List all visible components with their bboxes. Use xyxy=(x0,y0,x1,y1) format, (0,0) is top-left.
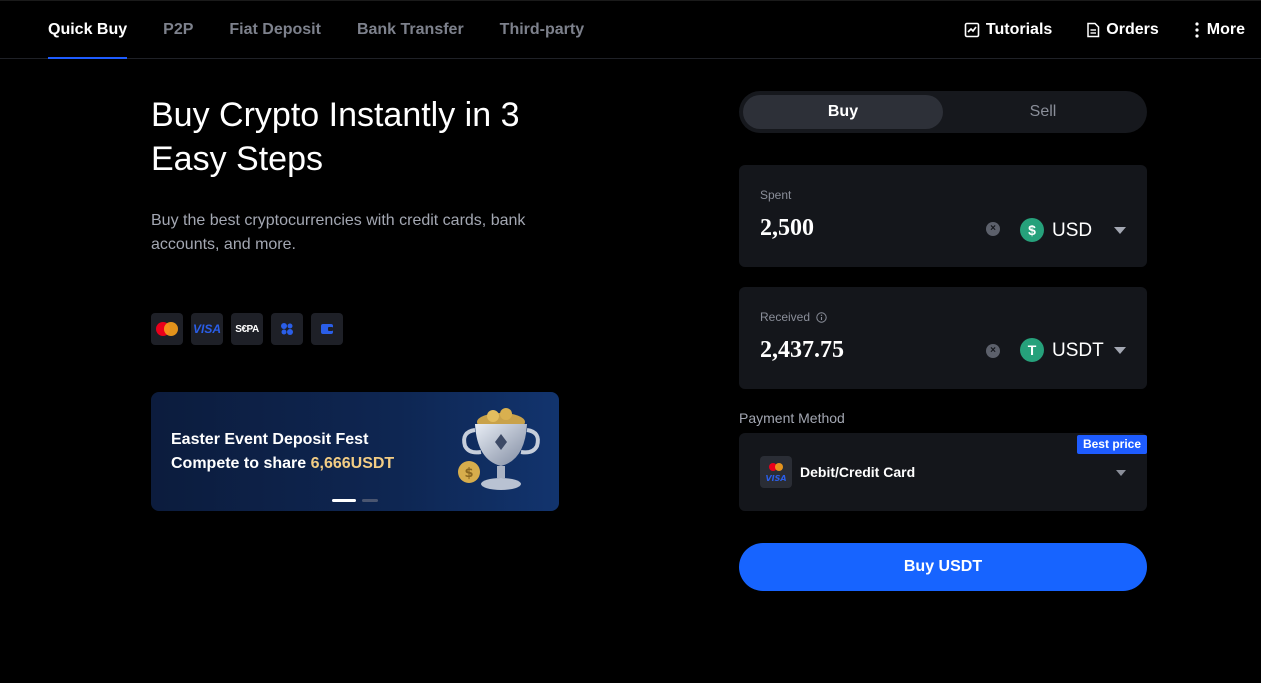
banner-subline: Compete to share 6,666USDT xyxy=(171,455,394,473)
more-label: More xyxy=(1206,21,1245,38)
orders-icon xyxy=(1087,22,1100,38)
tab-bank-transfer[interactable]: Bank Transfer xyxy=(357,1,464,59)
carousel-dots xyxy=(332,499,384,502)
received-currency-label[interactable]: USDT xyxy=(1052,340,1104,362)
sell-toggle-button[interactable]: Sell xyxy=(943,95,1143,129)
page-subtitle: Buy the best cryptocurrencies with credi… xyxy=(151,212,526,253)
chevron-down-icon[interactable] xyxy=(1114,227,1126,234)
banner-highlight-amount: 6,666USDT xyxy=(310,455,395,472)
top-navigation: Quick Buy P2P Fiat Deposit Bank Transfer… xyxy=(0,0,1261,59)
received-input-box: Received 2,437.75 × T USDT xyxy=(739,287,1147,389)
svg-text:VISA: VISA xyxy=(765,474,786,483)
trophy-icon: $ xyxy=(458,408,540,490)
orders-label: Orders xyxy=(1106,21,1159,38)
banner-subline-prefix: Compete to share xyxy=(171,455,311,472)
page-title: Buy Crypto Instantly in 3 Easy Steps xyxy=(151,96,520,178)
chevron-down-icon[interactable] xyxy=(1116,470,1126,476)
apple-pay-icon xyxy=(271,313,303,345)
payment-method-label: Payment Method xyxy=(739,410,845,426)
right-nav: Tutorials Orders More xyxy=(930,1,1245,59)
best-price-badge: Best price xyxy=(1076,435,1147,454)
info-icon[interactable] xyxy=(816,311,827,323)
kebab-menu-icon xyxy=(1195,22,1199,38)
received-label: Received xyxy=(760,310,811,324)
spent-label: Spent xyxy=(760,188,792,202)
wallet-icon xyxy=(311,313,343,345)
visa-icon: VISA xyxy=(191,313,223,345)
spent-input-box: Spent 2,500 × $ USD xyxy=(739,165,1147,267)
visa-logo-text: VISA xyxy=(192,322,221,336)
spent-currency-label[interactable]: USD xyxy=(1052,220,1092,242)
orders-link[interactable]: Orders xyxy=(1086,21,1159,39)
payment-method-select[interactable]: Best price VISA Debit/Credit Card xyxy=(739,433,1147,511)
received-label-row: Received xyxy=(760,310,827,324)
nav-tabs: Quick Buy P2P Fiat Deposit Bank Transfer… xyxy=(48,1,620,59)
banner-headline: Easter Event Deposit Fest xyxy=(171,431,369,448)
clear-received-icon[interactable]: × xyxy=(986,344,1000,358)
payment-method-value: Debit/Credit Card xyxy=(800,464,916,480)
spent-amount-input[interactable]: 2,500 xyxy=(760,215,814,242)
buy-sell-toggle: Buy Sell xyxy=(739,91,1147,133)
tutorials-link[interactable]: Tutorials xyxy=(964,21,1052,39)
payment-icons-row: VISA S€PA xyxy=(151,313,351,345)
more-menu[interactable]: More xyxy=(1193,21,1245,39)
carousel-dot[interactable] xyxy=(362,499,378,502)
tether-coin-icon: T xyxy=(1020,338,1044,362)
promo-banner[interactable]: Easter Event Deposit Fest Compete to sha… xyxy=(151,392,559,511)
svg-text:$: $ xyxy=(464,466,473,481)
tutorials-icon xyxy=(964,22,980,38)
carousel-dot-active[interactable] xyxy=(332,499,356,502)
received-amount-input[interactable]: 2,437.75 xyxy=(760,337,844,364)
buy-usdt-button[interactable]: Buy USDT xyxy=(739,543,1147,591)
clear-spent-icon[interactable]: × xyxy=(986,222,1000,236)
tab-p2p[interactable]: P2P xyxy=(163,1,193,59)
sepa-logo-text: S€PA xyxy=(235,323,259,335)
sepa-icon: S€PA xyxy=(231,313,263,345)
tab-fiat-deposit[interactable]: Fiat Deposit xyxy=(229,1,321,59)
buy-toggle-button[interactable]: Buy xyxy=(743,95,943,129)
tutorials-label: Tutorials xyxy=(985,21,1053,38)
usd-coin-icon: $ xyxy=(1020,218,1044,242)
mastercard-icon xyxy=(151,313,183,345)
card-payment-icon: VISA xyxy=(760,456,792,488)
tab-third-party[interactable]: Third-party xyxy=(500,1,584,59)
chevron-down-icon[interactable] xyxy=(1114,347,1126,354)
tab-quick-buy[interactable]: Quick Buy xyxy=(48,1,128,59)
